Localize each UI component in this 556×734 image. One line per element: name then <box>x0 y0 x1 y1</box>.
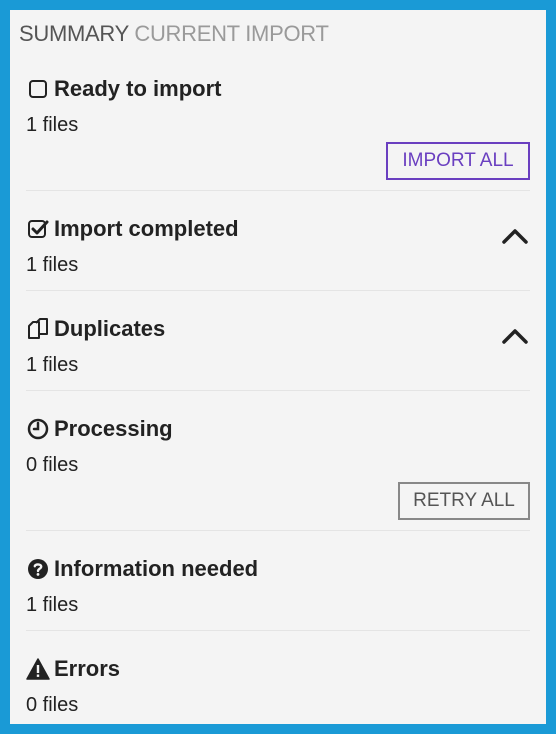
chevron-up-icon[interactable] <box>500 326 530 346</box>
copy-icon <box>26 317 50 341</box>
section-title-label: Errors <box>54 656 121 681</box>
section-title: Information needed <box>26 556 258 582</box>
section-title-label: Ready to import <box>54 76 222 101</box>
section-title-label: Processing <box>54 416 173 441</box>
file-count: 1 files <box>26 114 79 136</box>
section-title: Duplicates <box>26 316 165 342</box>
file-count: 0 files <box>26 694 79 716</box>
file-count: 1 files <box>26 354 79 376</box>
divider <box>26 290 530 291</box>
divider <box>26 530 530 531</box>
divider <box>26 630 530 631</box>
header-title: SUMMARY <box>19 21 129 46</box>
check-square-icon <box>26 217 50 241</box>
file-count: 1 files <box>26 254 79 276</box>
section-title: Errors <box>26 656 120 682</box>
section-title-label: Information needed <box>54 556 259 581</box>
warning-icon <box>26 657 50 681</box>
divider <box>26 390 530 391</box>
section-title: Import completed <box>26 216 239 242</box>
file-count: 0 files <box>26 454 79 476</box>
divider <box>26 190 530 191</box>
section-title-label: Import completed <box>54 216 239 241</box>
panel-header: SUMMARY CURRENT IMPORT <box>19 21 329 47</box>
import-summary-panel: SUMMARY CURRENT IMPORT Ready to import 1… <box>10 10 546 724</box>
header-subtitle: CURRENT IMPORT <box>134 21 329 46</box>
section-title-label: Duplicates <box>54 316 166 341</box>
import-all-button[interactable]: IMPORT ALL <box>386 142 530 180</box>
retry-all-button[interactable]: RETRY ALL <box>398 482 530 520</box>
file-count: 1 files <box>26 594 79 616</box>
chevron-up-icon[interactable] <box>500 226 530 246</box>
section-title: Ready to import <box>26 76 221 102</box>
section-title: Processing <box>26 416 173 442</box>
square-outline-icon <box>26 77 50 101</box>
clock-icon <box>26 417 50 441</box>
question-circle-icon <box>26 557 50 581</box>
